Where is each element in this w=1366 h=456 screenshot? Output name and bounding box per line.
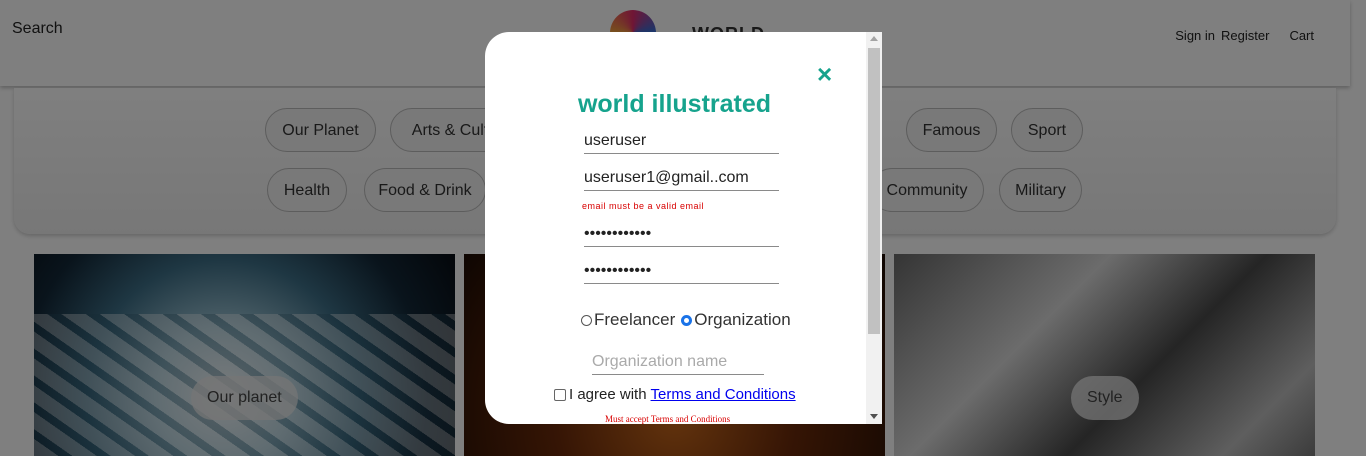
scroll-up-arrow-icon[interactable] <box>870 36 878 41</box>
password-field[interactable] <box>584 222 779 247</box>
organization-radio-label[interactable]: Organization <box>694 310 790 330</box>
organization-name-field[interactable] <box>592 350 764 375</box>
email-field[interactable] <box>584 166 779 191</box>
email-error-text: email must be a valid email <box>582 201 705 211</box>
username-field[interactable] <box>584 129 779 154</box>
terms-row: I agree with Terms and Conditions <box>554 386 796 403</box>
close-icon[interactable]: × <box>817 60 832 88</box>
confirm-password-field[interactable] <box>584 259 779 284</box>
terms-link[interactable]: Terms and Conditions <box>651 386 796 403</box>
scroll-down-arrow-icon[interactable] <box>870 414 878 419</box>
register-modal: × world illustrated email must be a vali… <box>485 32 882 424</box>
organization-radio[interactable] <box>681 314 693 326</box>
freelancer-radio[interactable] <box>581 314 592 326</box>
modal-brand-title: world illustrated <box>577 90 772 118</box>
scrollbar-thumb[interactable] <box>868 48 880 334</box>
role-radio-group: Freelancer Organization <box>581 310 791 330</box>
terms-prefix-text: I agree with <box>569 386 647 403</box>
modal-scrollbar[interactable] <box>866 32 882 424</box>
freelancer-radio-label[interactable]: Freelancer <box>594 310 675 330</box>
terms-error-text: Must accept Terms and Conditions <box>605 414 731 424</box>
terms-checkbox[interactable] <box>554 388 566 401</box>
